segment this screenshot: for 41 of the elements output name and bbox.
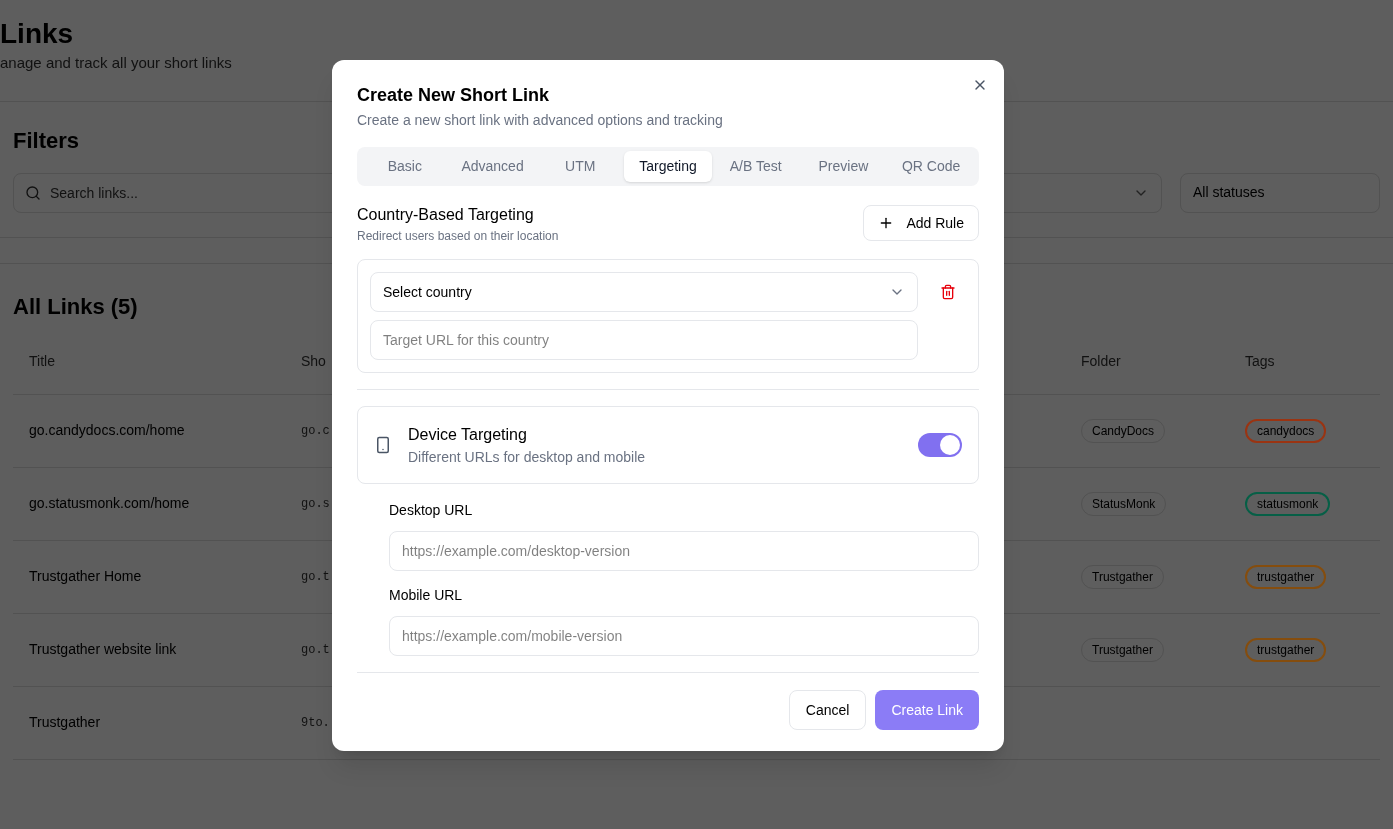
cancel-button[interactable]: Cancel bbox=[788, 690, 867, 730]
tag-badge: trustgather bbox=[1245, 564, 1327, 589]
field-label: Desktop URL bbox=[389, 501, 473, 520]
tag-badge: candydocs bbox=[1245, 418, 1327, 443]
url-input[interactable]: https://example.com/desktop-version bbox=[389, 531, 979, 571]
column-header: Title bbox=[28, 351, 56, 371]
filters-title: Filters bbox=[13, 126, 80, 155]
select-value: Select country bbox=[383, 282, 472, 302]
column-header: Sho bbox=[300, 351, 327, 371]
page-subtitle: anage and track all your short links bbox=[0, 53, 232, 73]
tag-badge: trustgather bbox=[1245, 637, 1327, 662]
link-title: go.statusmonk.com/home bbox=[28, 494, 191, 513]
status-select[interactable]: All statuses bbox=[1180, 172, 1380, 213]
create-link-button[interactable]: Create Link bbox=[875, 690, 979, 730]
link-title: Trustgather website link bbox=[28, 640, 178, 659]
device-description: Different URLs for desktop and mobile bbox=[408, 447, 646, 467]
toggle-switch[interactable] bbox=[918, 433, 962, 457]
section-description: Redirect users based on their location bbox=[357, 228, 559, 245]
add-rule-button[interactable]: Add Rule bbox=[863, 205, 979, 241]
tab[interactable]: Preview bbox=[799, 151, 888, 182]
tab[interactable]: A/B Test bbox=[711, 151, 800, 182]
table-title: All Links (5) bbox=[13, 292, 138, 321]
dialog-title: Create New Short Link bbox=[357, 84, 550, 106]
target-url-input[interactable]: Target URL for this country bbox=[370, 320, 918, 360]
column-header: Tags bbox=[1244, 351, 1276, 371]
column-header: Folder bbox=[1080, 351, 1122, 371]
page-title: Links bbox=[0, 18, 74, 50]
device-title: Device Targeting bbox=[408, 424, 527, 445]
field-label: Mobile URL bbox=[389, 586, 463, 605]
search-icon bbox=[25, 184, 41, 201]
tab[interactable]: Targeting bbox=[624, 151, 712, 182]
dialog-description: Create a new short link with advanced options and tracking bbox=[357, 111, 723, 130]
phone-icon bbox=[374, 436, 392, 454]
link-title: Trustgather bbox=[28, 713, 102, 732]
trash-icon bbox=[940, 284, 956, 300]
link-title: go.candydocs.com/home bbox=[28, 421, 186, 440]
url-input[interactable]: https://example.com/mobile-version bbox=[389, 616, 979, 656]
tag-badge: statusmonk bbox=[1245, 491, 1331, 516]
link-title: Trustgather Home bbox=[28, 567, 143, 586]
tab[interactable]: QR Code bbox=[887, 151, 975, 182]
country-select[interactable]: Select country bbox=[370, 272, 918, 312]
